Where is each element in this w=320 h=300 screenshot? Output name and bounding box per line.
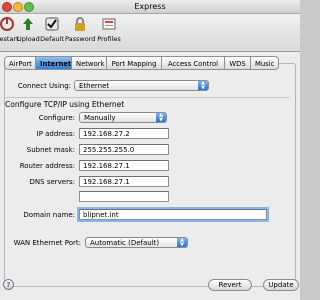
section-title: Configure TCP/IP using Ethernet (5, 100, 125, 109)
toolbar-profiles-button[interactable]: Profiles (96, 16, 122, 49)
toolbar: Restart Upload Default Password Profiles (0, 14, 300, 52)
settings-panel: AirPort Internet Network Port Mapping Ac… (1, 52, 299, 300)
wan-ethernet-port-popup[interactable]: Automatic (Default) ▲ ▼ (85, 237, 188, 248)
revert-button[interactable]: Revert (208, 279, 252, 291)
dns-server-field-2[interactable] (79, 191, 169, 202)
popup-arrows-icon: ▲ ▼ (177, 238, 187, 247)
close-window-button[interactable] (2, 2, 12, 12)
profiles-icon (101, 16, 117, 32)
wan-ethernet-port-label: WAN Ethernet Port: (13, 239, 81, 247)
toolbar-upload-label: Upload (17, 35, 40, 43)
tab-music[interactable]: Music (251, 56, 279, 70)
toolbar-password-button[interactable]: Password (65, 16, 95, 49)
toolbar-password-label: Password (65, 35, 96, 43)
domain-name-field[interactable]: blipnet.int (79, 209, 267, 220)
wan-ethernet-port-value: Automatic (Default) (90, 239, 160, 247)
tab-access-control[interactable]: Access Control (162, 56, 225, 70)
title-bar: Express (0, 0, 300, 14)
zoom-window-button[interactable] (24, 2, 34, 12)
app-window: Express Restart Upload Default Passwo (0, 0, 300, 300)
upload-icon (20, 16, 36, 32)
tab-port-mapping[interactable]: Port Mapping (107, 56, 162, 70)
tab-wds[interactable]: WDS (225, 56, 251, 70)
dns-servers-label: DNS servers: (29, 178, 75, 186)
connect-using-value: Ethernet (79, 82, 110, 90)
password-icon (72, 16, 88, 32)
subnet-mask-label: Subnet mask: (26, 146, 75, 154)
router-address-label: Router address: (19, 162, 75, 170)
configure-value: Manually (84, 114, 116, 122)
restart-icon (0, 16, 15, 32)
dns-server-field-1[interactable]: 192.168.27.1 (79, 176, 169, 187)
tab-bar: AirPort Internet Network Port Mapping Ac… (4, 56, 297, 70)
tab-internet[interactable]: Internet (36, 56, 72, 70)
tab-airport[interactable]: AirPort (4, 56, 36, 70)
default-icon (44, 16, 60, 32)
popup-arrows-icon: ▲ ▼ (198, 81, 208, 90)
help-button[interactable]: ? (3, 279, 14, 290)
router-address-field[interactable]: 192.168.27.1 (79, 160, 169, 171)
domain-name-label: Domain name: (23, 211, 75, 219)
ip-address-field[interactable]: 192.168.27.2 (79, 128, 169, 139)
configure-popup[interactable]: Manually ▲ ▼ (79, 112, 167, 123)
section-divider (5, 97, 289, 98)
toolbar-default-button[interactable]: Default (40, 16, 64, 49)
minimize-window-button[interactable] (13, 2, 23, 12)
toolbar-default-label: Default (40, 35, 64, 43)
connect-using-popup[interactable]: Ethernet ▲ ▼ (74, 80, 209, 91)
toolbar-upload-button[interactable]: Upload (17, 16, 40, 49)
configure-label: Configure: (38, 114, 75, 122)
toolbar-profiles-label: Profiles (97, 35, 121, 43)
window-title: Express (134, 2, 166, 11)
connect-using-label: Connect Using: (17, 82, 71, 90)
tab-network[interactable]: Network (72, 56, 107, 70)
popup-arrows-icon: ▲ ▼ (156, 113, 166, 122)
ip-address-label: IP address: (36, 130, 75, 138)
subnet-mask-field[interactable]: 255.255.255.0 (79, 144, 169, 155)
update-button[interactable]: Update (263, 279, 299, 291)
